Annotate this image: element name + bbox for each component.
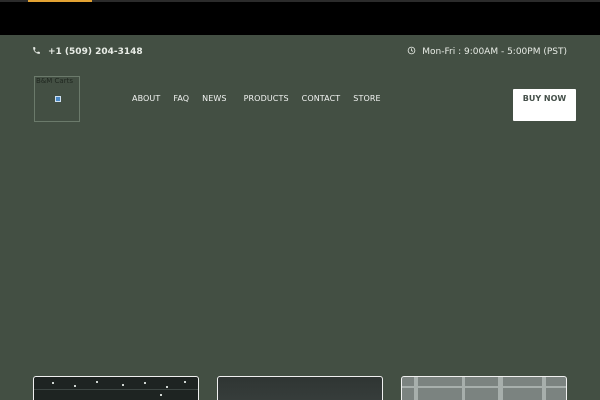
card-1-light [52,382,54,384]
nav-item-faq[interactable]: FAQ [173,94,189,103]
phone-icon [32,46,41,58]
site-logo[interactable]: B&M Carts [34,76,80,122]
card-1-rail [34,389,198,390]
broken-image-icon [55,96,61,102]
card-3-beam [498,377,503,400]
top-strip [0,0,600,35]
page: +1 (509) 204-3148 Mon-Fri : 9:00AM - 5:0… [0,0,600,400]
top-accent-bar [28,0,92,2]
card-3-beam [402,386,566,388]
card-1-light [122,384,124,386]
card-1-light [74,385,76,387]
card-3-beam [542,377,546,400]
nav-item-contact[interactable]: CONTACT [302,94,341,103]
card-1-light [160,394,162,396]
nav-item-products[interactable]: PRODUCTS [244,94,289,103]
nav-item-about[interactable]: ABOUT [132,94,160,103]
card-1-light [144,382,146,384]
card-3-beam [414,377,418,400]
card-1-light [96,381,98,383]
feature-card-1[interactable] [33,376,199,400]
feature-card-3[interactable] [401,376,567,400]
card-3-beam [462,377,465,400]
info-bar: +1 (509) 204-3148 Mon-Fri : 9:00AM - 5:0… [0,35,600,67]
nav-item-store[interactable]: STORE [353,94,380,103]
card-1-light [166,386,168,388]
phone-contact[interactable]: +1 (509) 204-3148 [32,46,143,58]
clock-icon [407,46,416,58]
main-nav: ABOUT FAQ NEWS PRODUCTS CONTACT STORE [132,94,381,103]
feature-card-2[interactable] [217,376,383,400]
nav-item-news[interactable]: NEWS [202,94,226,103]
logo-alt-text: B&M Carts [36,77,73,85]
card-1-light [184,381,186,383]
buy-now-button[interactable]: BUY NOW [513,89,576,121]
business-hours: Mon-Fri : 9:00AM - 5:00PM (PST) [407,46,567,58]
phone-number: +1 (509) 204-3148 [48,47,143,57]
hours-text: Mon-Fri : 9:00AM - 5:00PM (PST) [422,47,567,57]
